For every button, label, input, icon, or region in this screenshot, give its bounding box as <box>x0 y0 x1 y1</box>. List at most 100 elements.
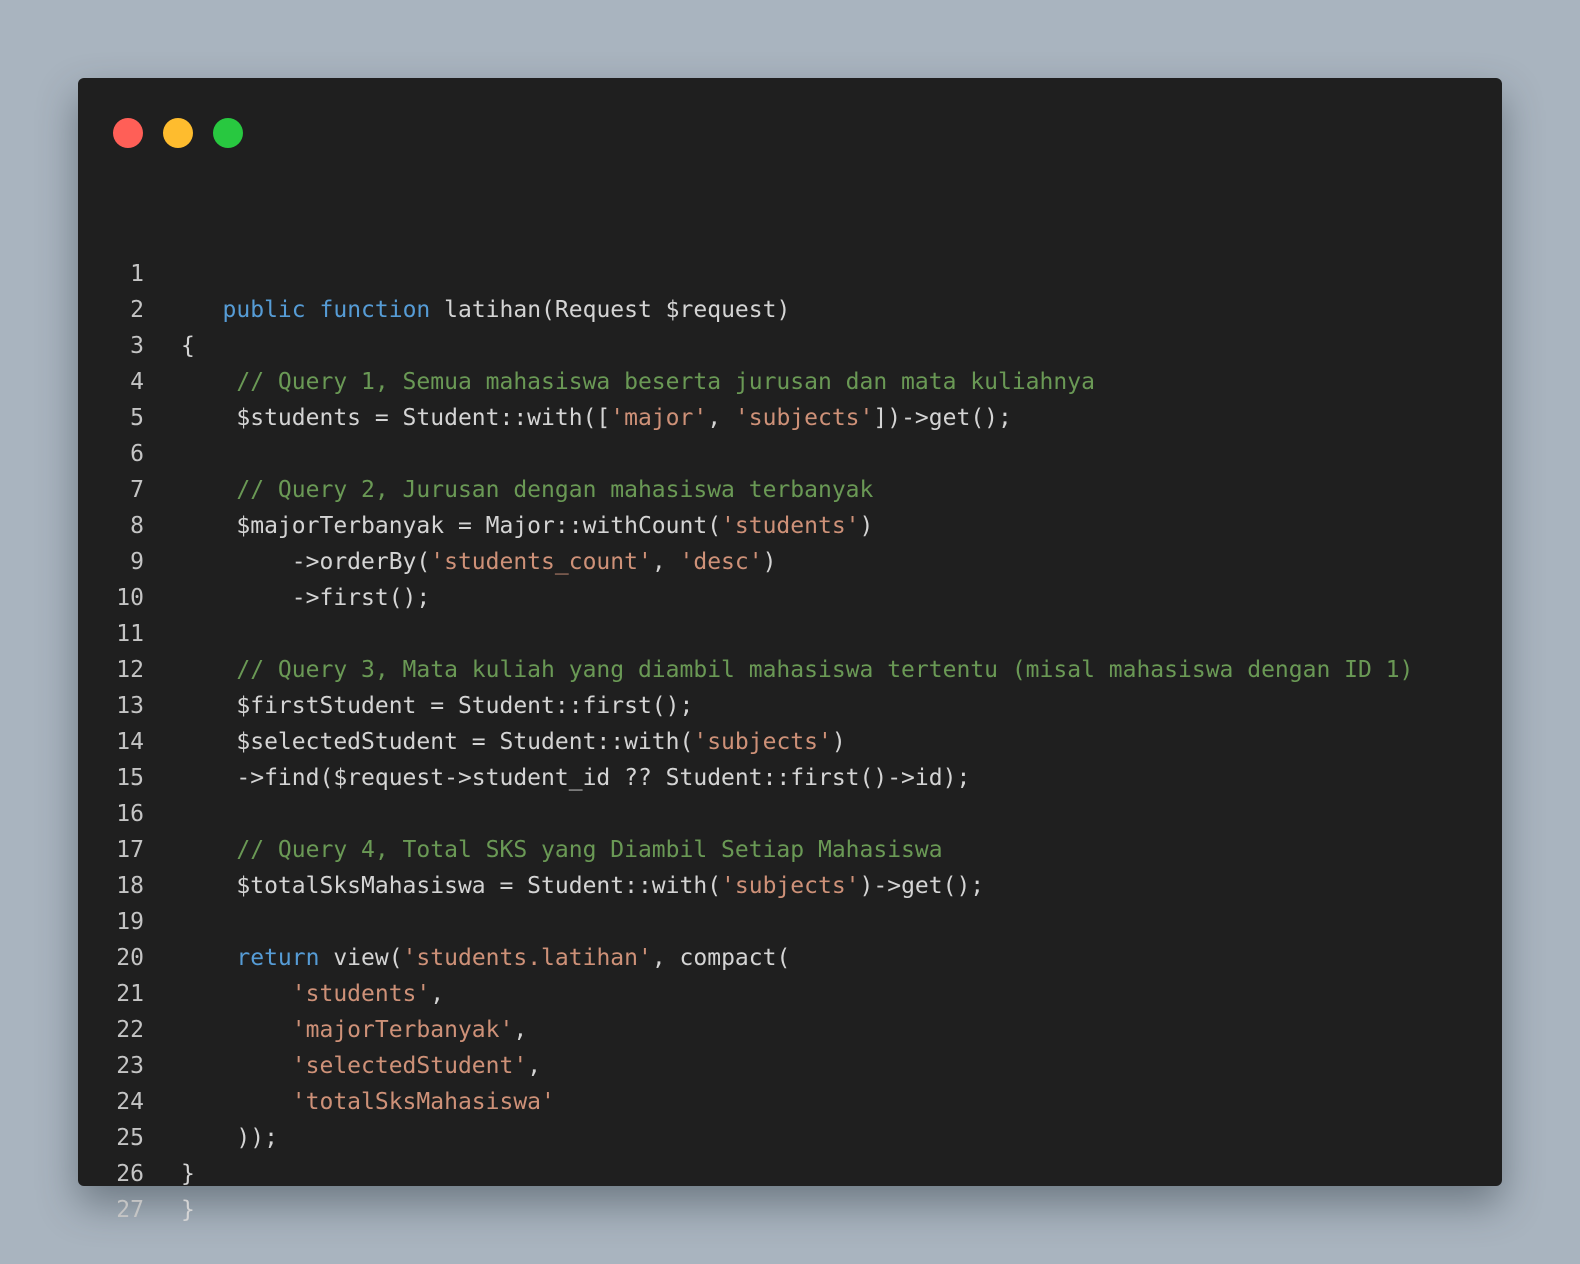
code-token: , <box>707 405 735 431</box>
close-button[interactable] <box>113 118 143 148</box>
line-number: 1 <box>130 261 144 287</box>
line-text: $majorTerbanyak = Major::withCount('stud… <box>181 508 873 544</box>
code-token: )); <box>181 1125 278 1151</box>
line-number: 17 <box>116 837 144 863</box>
code-token: ->first(); <box>181 585 431 611</box>
line-number: 9 <box>130 549 144 575</box>
code-token: 'subjects' <box>734 405 874 431</box>
line-number: 19 <box>116 909 144 935</box>
code-token: ->find($request->student_id ?? Student::… <box>181 765 971 791</box>
code-token: return <box>236 945 320 971</box>
code-token: } <box>181 1161 195 1187</box>
code-token: ) <box>762 549 777 575</box>
line-number: 27 <box>116 1197 144 1223</box>
line-text: $firstStudent = Student::first(); <box>181 688 693 724</box>
line-number: 10 <box>116 585 144 611</box>
line-number: 20 <box>116 945 144 971</box>
code-token: $majorTerbanyak = Major::withCount( <box>181 513 722 539</box>
line-number: 23 <box>116 1053 144 1079</box>
code-token: latihan(Request $request) <box>430 297 791 323</box>
line-number: 15 <box>116 765 144 791</box>
code-token: 'desc' <box>679 549 763 575</box>
code-token: 'subjects' <box>693 729 832 755</box>
code-window: 12 public function latihan(Request $requ… <box>78 78 1502 1223</box>
line-number: 18 <box>116 873 144 899</box>
line-number: 22 <box>116 1017 144 1043</box>
maximize-button[interactable] <box>213 118 243 148</box>
line-number: 25 <box>116 1125 144 1151</box>
line-text: // Query 2, Jurusan dengan mahasiswa ter… <box>181 472 873 508</box>
code-token: { <box>181 333 195 359</box>
line-number: 2 <box>130 297 144 323</box>
minimize-button[interactable] <box>163 118 193 148</box>
line-text: 'totalSksMahasiswa' <box>181 1084 555 1120</box>
code-token: 'major' <box>610 405 708 431</box>
code-token: 'students_count' <box>430 549 652 575</box>
line-number: 21 <box>116 981 144 1007</box>
line-number: 6 <box>130 441 144 467</box>
code-token: 'students.latihan' <box>402 945 652 971</box>
code-token: )->get(); <box>859 873 985 899</box>
line-text: ->first(); <box>181 580 430 616</box>
line-number: 26 <box>116 1161 144 1187</box>
code-token: $students = Student::with([ <box>181 405 611 431</box>
line-text: 'selectedStudent', <box>181 1048 541 1084</box>
line-number: 24 <box>116 1089 144 1115</box>
code-token: , <box>527 1053 542 1079</box>
line-text: public function latihan(Request $request… <box>181 292 791 328</box>
code-token: 'students' <box>291 981 431 1007</box>
code-token: ) <box>831 729 846 755</box>
code-token: 'selectedStudent' <box>291 1053 528 1079</box>
code-token: , <box>430 981 445 1007</box>
line-text: // Query 3, Mata kuliah yang diambil mah… <box>181 652 1413 688</box>
line-text: ->orderBy('students_count', 'desc') <box>181 544 777 580</box>
line-text: $selectedStudent = Student::with('subjec… <box>181 724 846 760</box>
line-number: 5 <box>130 405 144 431</box>
code-token: $selectedStudent = Student::with( <box>181 729 694 755</box>
line-number: 7 <box>130 477 144 503</box>
line-text: )); <box>181 1120 278 1156</box>
line-text: return view('students.latihan', compact( <box>181 940 790 976</box>
code-token: public <box>222 297 306 323</box>
line-text: $students = Student::with(['major', 'sub… <box>181 400 1012 436</box>
line-number: 8 <box>130 513 144 539</box>
code-token: , <box>651 549 680 575</box>
line-number: 16 <box>116 801 144 827</box>
line-number: 11 <box>116 621 144 647</box>
line-text: // Query 1, Semua mahasiswa beserta juru… <box>181 364 1095 400</box>
code-token: function <box>319 297 431 323</box>
line-number: 13 <box>116 693 144 719</box>
code-token: , compact( <box>651 945 791 971</box>
code-token: 'subjects' <box>721 873 860 899</box>
code-token: $firstStudent = Student::first(); <box>181 693 694 719</box>
code-token: 'totalSksMahasiswa' <box>291 1089 555 1115</box>
code-token: 'majorTerbanyak' <box>291 1017 514 1043</box>
code-token: } <box>181 1197 195 1223</box>
code-token: $totalSksMahasiswa = Student::with( <box>181 873 722 899</box>
line-text: { <box>181 328 195 364</box>
code-token: view( <box>319 945 403 971</box>
line-text: 'majorTerbanyak', <box>181 1012 527 1048</box>
line-text: // Query 4, Total SKS yang Diambil Setia… <box>181 832 942 868</box>
code-token: ) <box>859 513 874 539</box>
line-number: 14 <box>116 729 144 755</box>
code-token: ])->get(); <box>873 405 1012 431</box>
line-number: 4 <box>130 369 144 395</box>
line-text: } <box>181 1156 195 1192</box>
code-token: ->orderBy( <box>181 549 431 575</box>
line-number: 12 <box>116 657 144 683</box>
code-token: // Query 2, Jurusan dengan mahasiswa ter… <box>236 477 874 503</box>
line-text: $totalSksMahasiswa = Student::with('subj… <box>181 868 984 904</box>
code-token: // Query 1, Semua mahasiswa beserta juru… <box>236 369 1095 395</box>
line-number: 3 <box>130 333 144 359</box>
